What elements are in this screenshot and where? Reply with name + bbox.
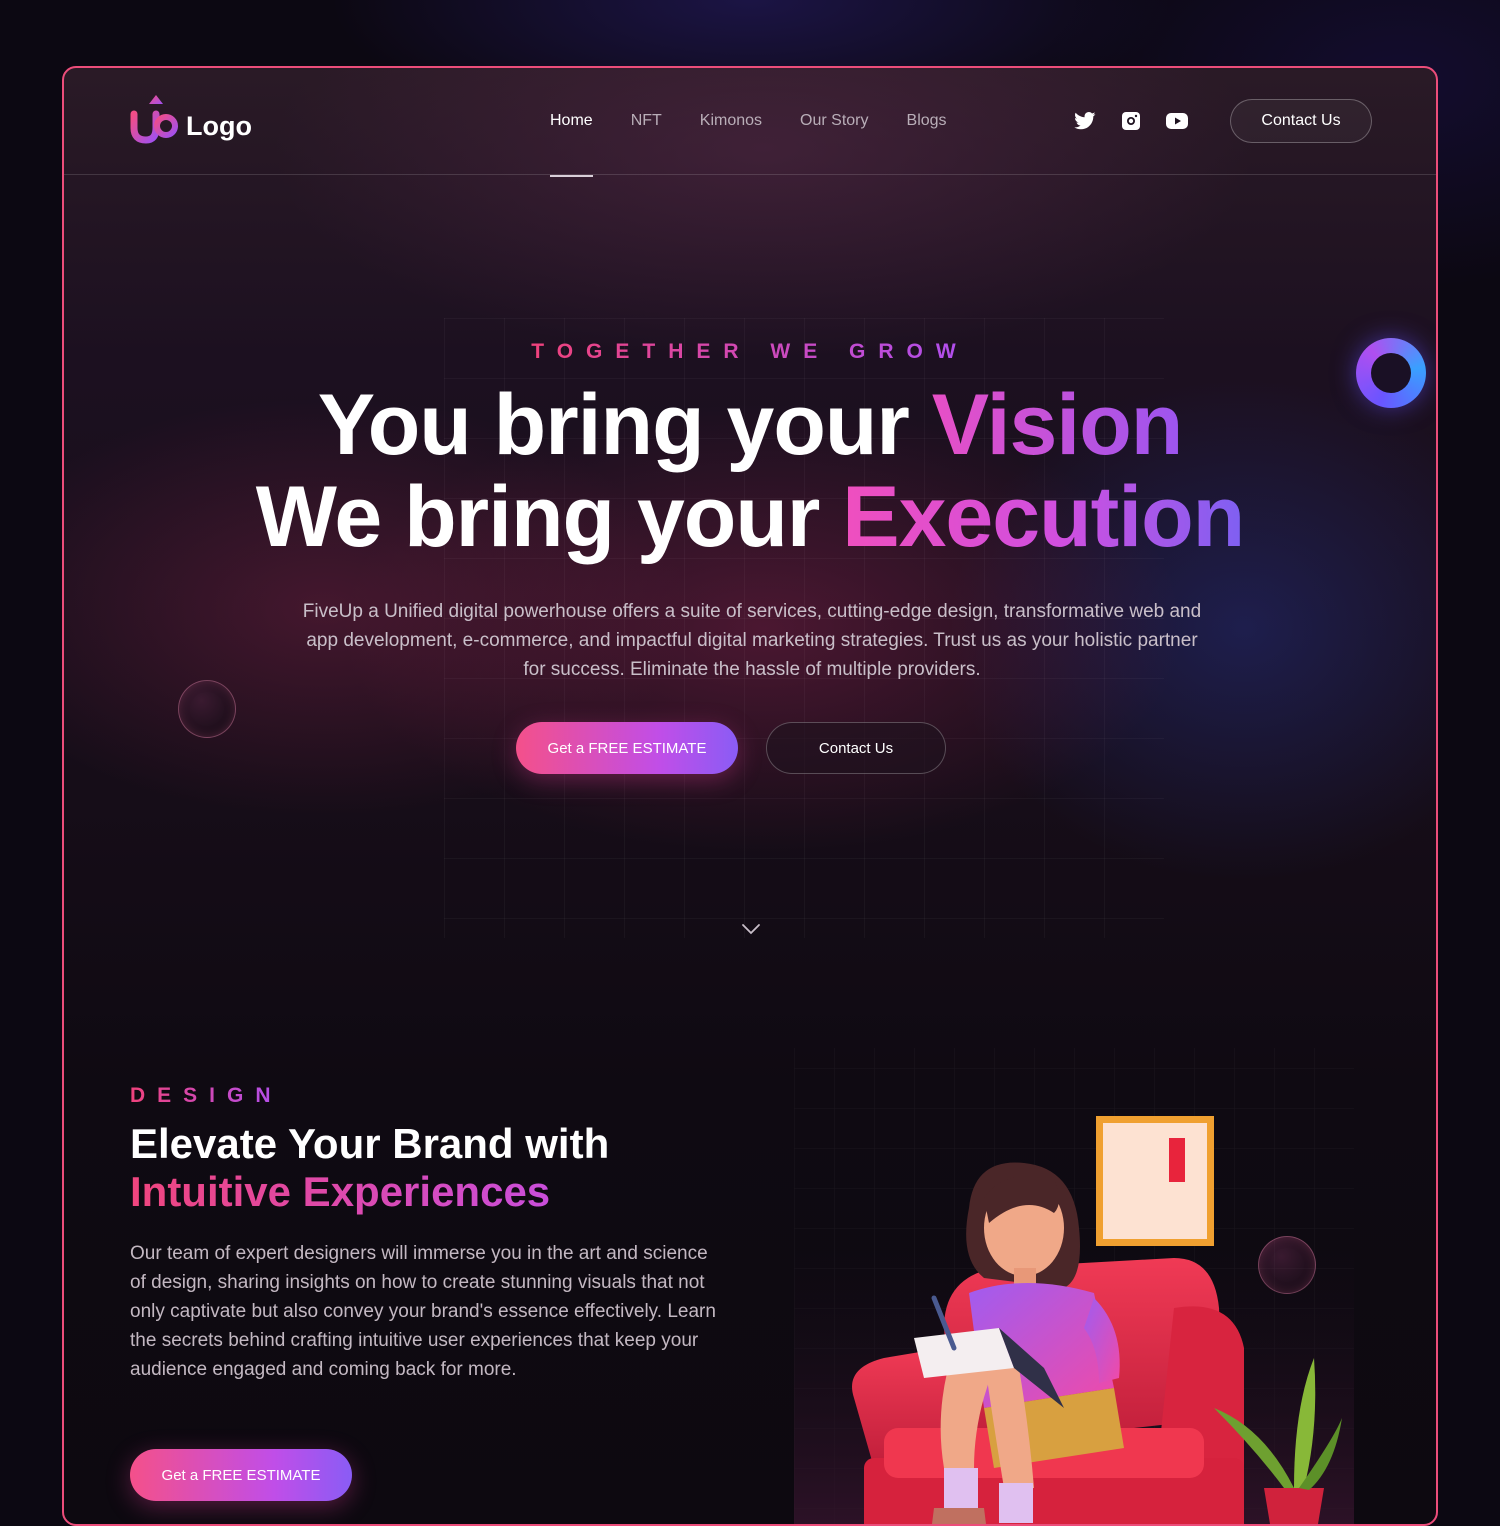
hero-heading-highlight-vision: Vision (932, 377, 1183, 473)
design-description: Our team of expert designers will immers… (130, 1239, 720, 1384)
hero-free-estimate-button[interactable]: Get a FREE ESTIMATE (516, 722, 738, 774)
design-free-estimate-button[interactable]: Get a FREE ESTIMATE (130, 1449, 352, 1501)
design-eyebrow: DESIGN (130, 1084, 283, 1108)
nav-item-blogs[interactable]: Blogs (907, 112, 947, 130)
nav-item-home[interactable]: Home (550, 112, 593, 130)
twitter-icon[interactable] (1074, 110, 1096, 132)
site-header: Logo Home NFT Kimonos Our Story Blogs Co… (64, 68, 1436, 175)
nav-item-our-story[interactable]: Our Story (800, 112, 868, 130)
instagram-icon[interactable] (1120, 110, 1142, 132)
hero-contact-button[interactable]: Contact Us (766, 722, 946, 774)
hero-heading-highlight-execution: Execution (842, 469, 1244, 565)
logo-mark-icon (130, 92, 178, 152)
bubble-decoration-left (178, 680, 236, 738)
design-title-line-2: Intuitive Experiences (130, 1168, 609, 1216)
hero-heading-line-1-prefix: You bring your (318, 377, 932, 473)
hero-eyebrow: TOGETHER WE GROW (64, 340, 1436, 364)
logo[interactable]: Logo (130, 92, 252, 152)
logo-text: Logo (186, 111, 252, 142)
hero-heading-line-2-prefix: We bring your (256, 469, 842, 565)
main-nav: Home NFT Kimonos Our Story Blogs (550, 112, 947, 130)
hero-description: FiveUp a Unified digital powerhouse offe… (302, 597, 1202, 684)
site-frame: Logo Home NFT Kimonos Our Story Blogs Co… (62, 66, 1438, 1526)
chevron-down-icon[interactable] (740, 922, 762, 936)
hero-eyebrow-text: TOGETHER WE GROW (531, 340, 968, 363)
woman-on-armchair-illustration (794, 1028, 1354, 1526)
design-title-line-1: Elevate Your Brand with (130, 1120, 609, 1168)
social-links (1074, 110, 1188, 132)
nav-item-nft[interactable]: NFT (631, 112, 662, 130)
header-contact-button[interactable]: Contact Us (1230, 99, 1372, 143)
hero-heading-line-2: We bring your Execution (64, 468, 1436, 567)
nav-item-kimonos[interactable]: Kimonos (700, 112, 762, 130)
youtube-icon[interactable] (1166, 110, 1188, 132)
design-title: Elevate Your Brand with Intuitive Experi… (130, 1120, 609, 1216)
hero-heading-line-1: You bring your Vision (64, 376, 1436, 475)
